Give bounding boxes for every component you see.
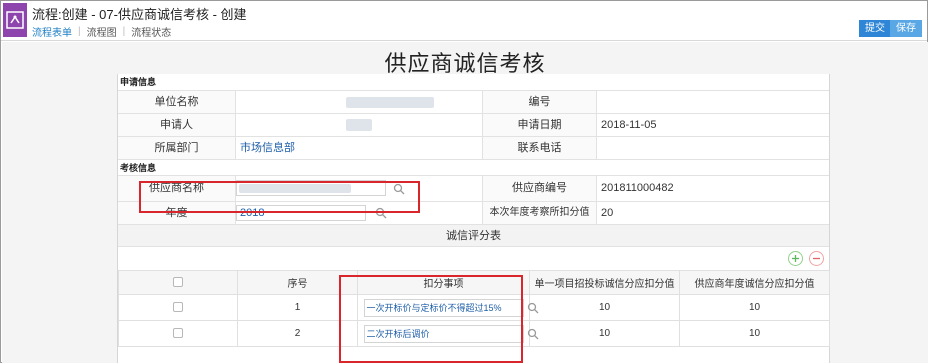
row-single-score: 10	[529, 320, 680, 347]
supplier-code-label: 供应商编号	[483, 176, 596, 201]
row-unit: 单位名称 编号	[118, 90, 829, 113]
row-annual-score: 10	[679, 294, 830, 321]
department-label: 所属部门	[118, 137, 235, 159]
save-button[interactable]: 保存	[890, 20, 922, 37]
page-title: 流程:创建 - 07-供应商诚信考核 - 创建	[32, 7, 247, 22]
blurred-unit-name	[346, 97, 434, 108]
select-all-cell	[118, 270, 238, 295]
row-item-cell: 二次开标后调价	[357, 320, 538, 347]
row-year: 年度 2018 本次年度考察所扣分值 20	[118, 201, 829, 224]
app-window: 流程:创建 - 07-供应商诚信考核 - 创建 流程表单 | 流程图 | 流程状…	[0, 0, 928, 363]
supplier-name-input[interactable]	[236, 180, 386, 196]
row-select-cell	[118, 294, 238, 321]
score-table-title: 诚信评分表	[118, 224, 829, 246]
app-header: 流程:创建 - 07-供应商诚信考核 - 创建 流程表单 | 流程图 | 流程状…	[1, 1, 927, 41]
row-index: 1	[237, 294, 358, 321]
table-row: 1 一次开标价与定标价不得超过15% 10 10	[118, 294, 830, 321]
tab-flow-status[interactable]: 流程状态	[131, 24, 171, 39]
supplier-name-label: 供应商名称	[118, 176, 235, 201]
number-label: 编号	[483, 91, 596, 113]
apply-date-label: 申请日期	[483, 114, 596, 136]
col-header-index: 序号	[237, 270, 358, 295]
unit-label: 单位名称	[118, 91, 235, 113]
form-canvas: 供应商诚信考核 申请信息 单位名称 编号 申请人 申请日期 2018-11-05…	[2, 42, 928, 363]
tab-flow-form[interactable]: 流程表单	[32, 24, 72, 39]
row-index: 2	[237, 320, 358, 347]
deduct-value: 20	[601, 207, 614, 219]
tab-flow-chart[interactable]: 流程图	[87, 24, 117, 39]
year-input[interactable]: 2018	[236, 205, 366, 221]
tab-divider: |	[78, 26, 81, 37]
flow-tabs: 流程表单 | 流程图 | 流程状态	[32, 24, 171, 39]
select-all-checkbox[interactable]	[173, 277, 183, 288]
plus-icon	[792, 255, 799, 262]
phone-label: 联系电话	[483, 137, 596, 159]
search-icon[interactable]	[527, 302, 539, 314]
section-header-apply: 申请信息	[120, 77, 157, 87]
row-department: 所属部门 市场信息部 联系电话	[118, 136, 829, 159]
deduct-item-input[interactable]: 一次开标价与定标价不得超过15%	[363, 298, 538, 317]
deduct-item-text: 二次开标后调价	[366, 328, 430, 339]
year-label: 年度	[118, 202, 235, 224]
phone-value	[597, 137, 829, 159]
row-checkbox[interactable]	[173, 302, 183, 313]
blurred-applicant-name	[346, 119, 372, 131]
search-icon[interactable]	[527, 328, 539, 340]
year-value: 2018	[240, 207, 265, 219]
tab-divider: |	[122, 26, 126, 37]
app-logo	[3, 3, 27, 37]
col-header-annual: 供应商年度诚信分应扣分值	[679, 270, 830, 295]
number-value	[597, 91, 829, 113]
deduct-item-input[interactable]: 二次开标后调价	[363, 324, 538, 343]
row-checkbox[interactable]	[173, 328, 183, 339]
minus-icon	[813, 257, 820, 260]
applicant-value	[236, 114, 482, 136]
row-annual-score: 10	[679, 320, 830, 347]
workflow-icon	[6, 11, 24, 29]
row-item-cell: 一次开标价与定标价不得超过15%	[357, 294, 538, 321]
submit-button[interactable]: 提交	[859, 20, 891, 37]
deduct-label: 本次年度考察所扣分值	[483, 202, 596, 224]
score-table-toolbar	[118, 246, 829, 270]
deduct-item-text: 一次开标价与定标价不得超过15%	[366, 302, 502, 313]
row-applicant: 申请人 申请日期 2018-11-05	[118, 113, 829, 136]
add-row-button[interactable]	[788, 251, 803, 266]
row-select-cell	[118, 320, 238, 347]
department-value: 市场信息部	[240, 142, 295, 154]
col-header-item: 扣分事项	[357, 270, 530, 295]
search-icon[interactable]	[375, 207, 387, 219]
row-single-score: 10	[529, 294, 680, 321]
supplier-code-value: 201811000482	[601, 182, 674, 194]
score-table: 序号 扣分事项 单一项目招投标诚信分应扣分值 供应商年度诚信分应扣分值 1 一次…	[118, 270, 830, 347]
blurred-supplier-name	[239, 184, 351, 193]
delete-row-button[interactable]	[809, 251, 824, 266]
section-header-assess: 考核信息	[118, 159, 829, 175]
form-body: 申请信息 单位名称 编号 申请人 申请日期 2018-11-05 所属部门 市场…	[117, 74, 830, 363]
col-header-single: 单一项目招投标诚信分应扣分值	[529, 270, 680, 295]
apply-date-value: 2018-11-05	[601, 119, 657, 131]
table-header-row: 序号 扣分事项 单一项目招投标诚信分应扣分值 供应商年度诚信分应扣分值	[118, 270, 830, 295]
table-row: 2 二次开标后调价 10 10	[118, 320, 830, 347]
applicant-label: 申请人	[118, 114, 235, 136]
unit-value	[236, 91, 482, 113]
search-icon[interactable]	[393, 183, 405, 195]
row-supplier: 供应商名称 供应商编号 201811000482	[118, 175, 829, 201]
